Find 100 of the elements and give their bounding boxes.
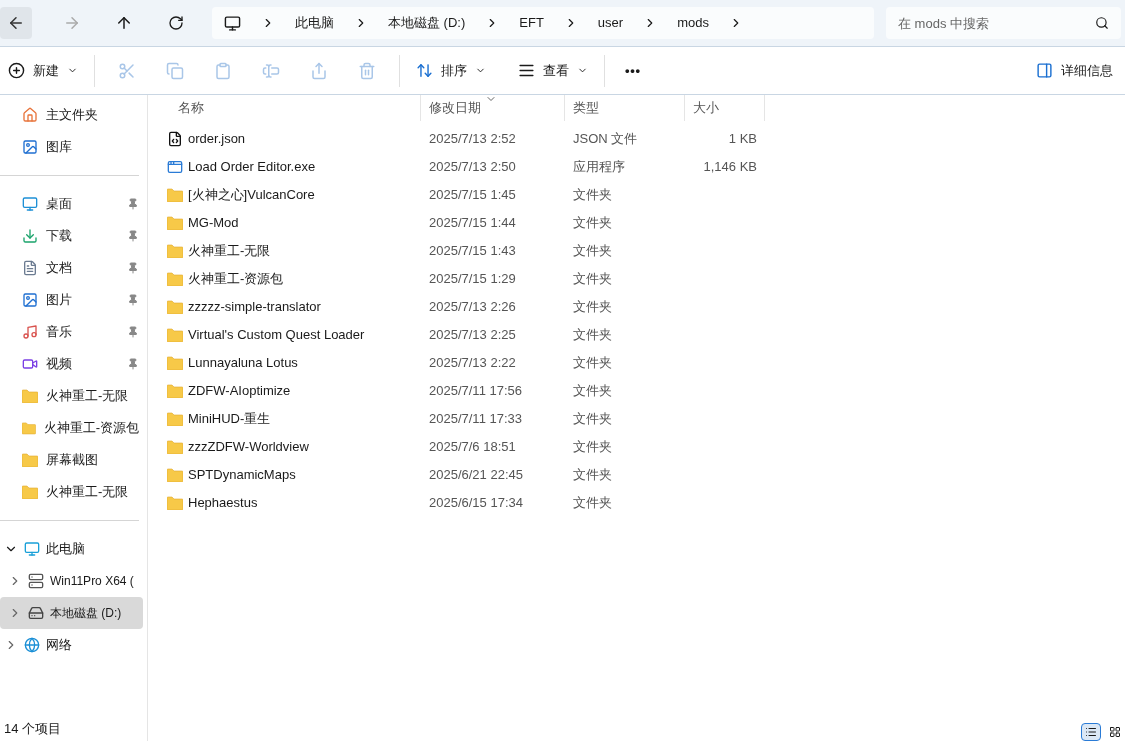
home-icon — [22, 107, 38, 123]
music-icon — [22, 324, 38, 340]
forward-arrow-icon — [63, 14, 81, 32]
details-button[interactable]: 详细信息 — [1028, 54, 1121, 87]
computer-icon — [24, 541, 40, 557]
list-icon — [1085, 726, 1097, 738]
date-cell-text: 2025/6/15 17:34 — [428, 494, 524, 513]
picture-icon — [22, 139, 38, 155]
sidebar-item[interactable]: 图库 — [0, 131, 147, 163]
file-name-cell[interactable]: [火神之心]VulcanCore — [148, 185, 421, 205]
date-cell-text: 2025/7/13 2:26 — [428, 298, 517, 317]
size-cell-text: 1,146 KB — [702, 158, 758, 177]
refresh-icon — [168, 15, 184, 31]
sidebar-item[interactable]: 火神重工-无限 — [0, 380, 147, 412]
back-button[interactable] — [0, 7, 32, 39]
file-name-cell[interactable]: order.json — [148, 129, 421, 149]
folder-icon — [167, 384, 183, 398]
folder-icon — [167, 272, 183, 286]
grid-icon — [1109, 726, 1121, 738]
column-header[interactable]: 名称 — [148, 95, 421, 121]
folder-icon — [167, 412, 183, 426]
date-cell-text: 2025/7/11 17:56 — [428, 382, 523, 401]
code-file-icon — [167, 131, 183, 147]
drive-icon — [28, 605, 44, 621]
sidebar-item[interactable]: 火神重工-资源包 — [0, 412, 147, 444]
folder-icon — [167, 496, 183, 510]
sidebar-item[interactable]: 图片 — [0, 284, 147, 316]
file-name-cell[interactable]: SPTDynamicMaps — [148, 465, 421, 485]
date-cell-text: 2025/7/11 17:33 — [428, 410, 523, 429]
file-name-cell[interactable]: Load Order Editor.exe — [148, 157, 421, 177]
network-icon — [24, 637, 40, 653]
file-name-cell[interactable]: ZDFW-AIoptimize — [148, 381, 421, 401]
file-name-cell[interactable]: MiniHUD-重生 — [148, 409, 421, 429]
date-cell-text: 2025/7/15 1:45 — [428, 186, 517, 205]
file-name-cell[interactable]: Virtual's Custom Quest Loader — [148, 325, 421, 345]
copy-icon — [166, 61, 184, 80]
scissors-icon — [118, 61, 136, 80]
column-header[interactable]: 修改日期 — [421, 95, 565, 121]
folder-icon — [167, 328, 183, 342]
address-bar[interactable]: 此电脑 本地磁盘 (D:) EFT user mods — [212, 7, 874, 39]
picture-icon — [22, 292, 38, 308]
status-text: 14 个项目 — [3, 720, 63, 738]
folder-icon — [22, 421, 36, 435]
breadcrumb-item[interactable]: user — [597, 13, 624, 33]
file-name-cell[interactable]: Hephaestus — [148, 493, 421, 513]
breadcrumb-item[interactable]: mods — [677, 13, 709, 33]
details-view-button[interactable] — [1081, 723, 1101, 741]
type-cell-text: 文件夹 — [572, 326, 613, 345]
sidebar-item[interactable]: 下载 — [0, 220, 147, 252]
file-name-cell[interactable]: MG-Mod — [148, 213, 421, 233]
desktop-icon — [22, 196, 38, 212]
type-cell-text: 文件夹 — [572, 270, 613, 289]
sidebar-item[interactable]: 网络 — [0, 629, 143, 661]
date-cell-text: 2025/7/13 2:50 — [428, 158, 517, 177]
sidebar-item[interactable]: 桌面 — [0, 188, 147, 220]
drive-icon — [28, 573, 44, 589]
date-cell-text: 2025/6/21 22:45 — [428, 466, 524, 485]
breadcrumb-item[interactable]: 本地磁盘 (D:) — [388, 13, 466, 33]
column-header[interactable]: 类型 — [565, 95, 685, 121]
sidebar-item[interactable]: 本地磁盘 (D:) — [0, 597, 143, 629]
sidebar-item[interactable]: 主文件夹 — [0, 99, 147, 131]
search-icon — [1095, 16, 1109, 30]
type-cell-text: 文件夹 — [572, 438, 613, 457]
file-name-cell[interactable]: zzzZDFW-Worldview — [148, 437, 421, 457]
plus-icon — [8, 62, 25, 79]
column-header[interactable]: 大小 — [685, 95, 765, 121]
application-icon — [167, 159, 183, 175]
sidebar-item[interactable]: 视频 — [0, 348, 147, 380]
date-cell-text: 2025/7/13 2:22 — [428, 354, 517, 373]
file-name-cell[interactable]: 火神重工-资源包 — [148, 269, 421, 289]
sidebar-item[interactable]: Win11Pro X64 ( — [0, 565, 143, 597]
breadcrumb-item[interactable]: 此电脑 — [295, 13, 334, 33]
sidebar-item[interactable]: 文档 — [0, 252, 147, 284]
new-button[interactable]: 新建 — [0, 54, 86, 87]
rename-icon — [262, 61, 280, 80]
download-icon — [22, 228, 38, 244]
type-cell-text: 文件夹 — [572, 186, 613, 205]
sort-button[interactable]: 排序 — [408, 54, 494, 87]
sidebar-item[interactable]: 火神重工-无限 — [0, 476, 147, 508]
sidebar-item[interactable]: 此电脑 — [0, 533, 143, 565]
date-cell-text: 2025/7/15 1:43 — [428, 242, 517, 261]
folder-icon — [167, 244, 183, 258]
type-cell-text: 文件夹 — [572, 298, 613, 317]
sidebar-item[interactable]: 音乐 — [0, 316, 147, 348]
folder-icon — [167, 300, 183, 314]
file-name-cell[interactable]: 火神重工-无限 — [148, 241, 421, 261]
date-cell-text: 2025/7/6 18:51 — [428, 438, 517, 457]
type-cell-text: 文件夹 — [572, 494, 613, 513]
type-cell-text: 文件夹 — [572, 354, 613, 373]
file-name-cell[interactable]: Lunnayaluna Lotus — [148, 353, 421, 373]
more-button[interactable]: ••• — [613, 54, 653, 87]
lines-icon — [518, 62, 535, 79]
folder-icon — [167, 440, 183, 454]
details-pane-icon — [1036, 62, 1053, 79]
sidebar-item[interactable]: 屏幕截图 — [0, 444, 147, 476]
breadcrumb-item[interactable]: EFT — [519, 13, 544, 33]
view-button[interactable]: 查看 — [510, 54, 596, 87]
search-field[interactable]: 在 mods 中搜索 — [886, 7, 1121, 39]
file-name-cell[interactable]: zzzzz-simple-translator — [148, 297, 421, 317]
folder-icon — [22, 389, 38, 403]
